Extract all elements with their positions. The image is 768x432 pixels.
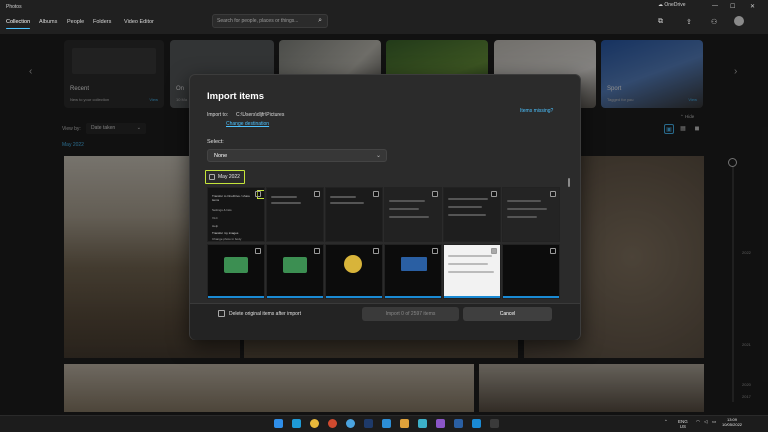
- language-indicator[interactable]: ENG US: [678, 419, 688, 429]
- taskbar-app-icon[interactable]: [382, 419, 391, 428]
- import-thumbnail-grid: Transfer to OneDrive / share items Setti…: [207, 187, 562, 299]
- thumb-text: VLC: [212, 216, 218, 220]
- delete-originals-checkbox[interactable]: [218, 310, 225, 317]
- dialog-title: Import items: [207, 91, 265, 102]
- maximize-button[interactable]: ☐: [730, 3, 735, 10]
- thumbnail-checkbox[interactable]: [314, 191, 320, 197]
- tab-people[interactable]: People: [67, 19, 84, 25]
- minimize-button[interactable]: —: [712, 3, 718, 9]
- onedrive-label: OneDrive: [664, 2, 686, 8]
- thumbnail-checkbox[interactable]: [432, 248, 438, 254]
- taskbar-app-icon[interactable]: [310, 419, 319, 428]
- import-thumbnail[interactable]: Transfer to OneDrive / share items Setti…: [207, 187, 265, 242]
- taskbar-app-icon[interactable]: [454, 419, 463, 428]
- import-thumbnail[interactable]: [384, 187, 442, 242]
- onedrive-status[interactable]: ☁ OneDrive: [658, 2, 686, 8]
- people-icon[interactable]: ⚇: [711, 18, 717, 26]
- close-button[interactable]: ✕: [750, 3, 755, 10]
- thumbnail-checkbox[interactable]: [373, 248, 379, 254]
- select-value: None: [214, 153, 228, 159]
- thumbnail-checkbox[interactable]: [550, 191, 556, 197]
- delete-originals-label: Delete original items after import: [229, 311, 301, 317]
- thumbnail-checkbox[interactable]: [491, 191, 497, 197]
- tab-collection[interactable]: Collection: [6, 19, 31, 29]
- thumb-text: Change photo in body: [212, 237, 242, 241]
- items-missing-link[interactable]: Items missing?: [520, 108, 553, 114]
- search-input[interactable]: Search for people, places or things... ⌕: [212, 14, 328, 28]
- import-thumbnail[interactable]: [325, 244, 383, 299]
- select-dropdown[interactable]: None ⌄: [207, 149, 387, 162]
- tray-chevron-up-icon[interactable]: ⌃: [664, 419, 668, 425]
- taskbar-app-icon[interactable]: [292, 419, 301, 428]
- tab-video-editor[interactable]: Video Editor: [124, 19, 154, 25]
- battery-icon[interactable]: ▭: [712, 419, 716, 425]
- region-text: US: [679, 424, 687, 429]
- taskbar-app-icon[interactable]: [472, 419, 481, 428]
- import-thumbnail[interactable]: [325, 187, 383, 242]
- search-icon[interactable]: ⌕: [318, 17, 322, 25]
- cloud-icon: ☁: [658, 2, 663, 8]
- avatar[interactable]: [734, 16, 744, 26]
- thumb-text: Transfer to OneDrive / share items: [212, 194, 250, 202]
- cancel-button[interactable]: Cancel: [463, 307, 552, 321]
- import-thumbnail[interactable]: [502, 244, 560, 299]
- thumb-text: Transfer my images: [212, 231, 239, 235]
- group-checkbox[interactable]: [209, 174, 215, 180]
- dialog-scrollbar[interactable]: [568, 178, 570, 187]
- thumbnail-checkbox[interactable]: [314, 248, 320, 254]
- thumbnail-checkbox[interactable]: [432, 191, 438, 197]
- change-destination-link[interactable]: Change destination: [226, 121, 269, 127]
- photos-app-window: Photos ☁ OneDrive — ☐ ✕ Collection Album…: [0, 0, 768, 415]
- import-dialog: Import items Import to: C:\Users\dljfr\P…: [189, 74, 581, 340]
- import-thumbnail[interactable]: [266, 244, 324, 299]
- search-placeholder: Search for people, places or things...: [217, 18, 299, 24]
- import-thumbnail[interactable]: [443, 244, 501, 299]
- taskbar-app-icon[interactable]: [436, 419, 445, 428]
- taskbar-app-icon[interactable]: [400, 419, 409, 428]
- taskbar-app-icon[interactable]: [364, 419, 373, 428]
- thumbnail-checkbox[interactable]: [255, 248, 261, 254]
- import-to-label: Import to:: [207, 112, 229, 118]
- taskbar-app-icon[interactable]: [418, 419, 427, 428]
- select-label: Select:: [207, 139, 224, 145]
- taskbar-app-icon[interactable]: [328, 419, 337, 428]
- thumbnail-checkbox[interactable]: [491, 248, 497, 254]
- thumbnail-checkbox[interactable]: [373, 191, 379, 197]
- clock-date: 10/05/2022: [722, 422, 743, 427]
- tab-folders[interactable]: Folders: [93, 19, 111, 25]
- import-icon[interactable]: ⇪: [686, 18, 692, 26]
- import-thumbnail[interactable]: [443, 187, 501, 242]
- import-thumbnail[interactable]: [502, 187, 560, 242]
- app-title: Photos: [6, 4, 22, 10]
- system-clock[interactable]: 13:09 10/05/2022: [722, 417, 742, 427]
- chevron-down-icon: ⌄: [375, 153, 381, 159]
- volume-icon[interactable]: ◁: [704, 419, 707, 425]
- start-icon[interactable]: [274, 419, 283, 428]
- group-label: May 2022: [218, 174, 240, 180]
- import-button[interactable]: Import 0 of 2597 items: [362, 307, 459, 321]
- import-thumbnail[interactable]: [266, 187, 324, 242]
- import-thumbnail[interactable]: [207, 244, 265, 299]
- taskbar-app-icon[interactable]: [490, 419, 499, 428]
- import-path: C:\Users\dljfr\Pictures: [236, 112, 285, 118]
- title-bar: Photos ☁ OneDrive — ☐ ✕: [0, 0, 768, 14]
- thumbnail-checkbox[interactable]: [550, 248, 556, 254]
- share-icon[interactable]: ⧉: [658, 18, 663, 26]
- thumb-text: Help: [212, 224, 219, 228]
- top-nav: Collection Albums People Folders Video E…: [0, 14, 768, 34]
- tab-albums[interactable]: Albums: [39, 19, 57, 25]
- taskbar-app-icon[interactable]: [346, 419, 355, 428]
- thumb-text: Settings & lists: [212, 208, 232, 212]
- wifi-icon[interactable]: ◠: [696, 419, 700, 425]
- import-thumbnail[interactable]: [384, 244, 442, 299]
